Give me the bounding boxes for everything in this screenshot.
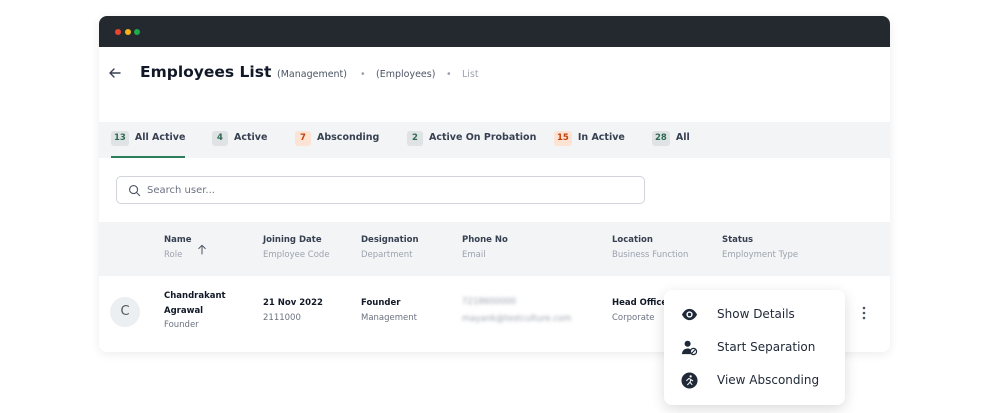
window-titlebar: [99, 16, 890, 47]
employee-name-last: Agrawal: [164, 306, 204, 316]
page-title: Employees List: [140, 63, 272, 81]
designation: Founder: [361, 298, 401, 308]
department: Management: [361, 313, 417, 323]
tab-active-on-probation[interactable]: 2 Active On Probation: [407, 131, 536, 158]
column-title: Status: [722, 235, 754, 245]
column-subtitle: Employment Type: [722, 250, 799, 260]
tab-count-badge: 2: [407, 131, 423, 146]
column-title: Phone No: [462, 235, 508, 245]
menu-item-start-separation[interactable]: Start Separation: [664, 332, 845, 362]
business-function: Corporate: [612, 313, 655, 323]
column-header-name[interactable]: Name Role: [164, 235, 191, 260]
minimize-window-dot[interactable]: [125, 29, 131, 35]
tab-absconding[interactable]: 7 Absconding: [295, 131, 379, 158]
breadcrumb-list: List: [462, 69, 479, 80]
tab-count-badge: 4: [212, 131, 228, 146]
running-person-icon: [681, 372, 698, 389]
tab-count-badge: 15: [554, 131, 572, 146]
sort-ascending-icon[interactable]: [197, 244, 207, 255]
tab-label: All: [675, 132, 690, 143]
column-header-phone[interactable]: Phone No Email: [462, 235, 508, 260]
joining-date: 21 Nov 2022: [263, 298, 323, 308]
search-section: [99, 158, 890, 222]
tab-count-badge: 7: [295, 131, 311, 146]
tab-label: Active On Probation: [429, 132, 537, 143]
back-arrow-icon[interactable]: [107, 65, 123, 81]
search-icon: [129, 185, 141, 197]
location: Head Office: [612, 298, 668, 308]
tab-active[interactable]: 4 Active: [212, 131, 267, 158]
column-subtitle: Department: [361, 250, 413, 260]
column-title: Designation: [361, 235, 419, 245]
table-header: Name Role Joining Date Employee Code Des…: [99, 222, 890, 276]
column-subtitle: Business Function: [612, 250, 689, 260]
tab-label: Absconding: [317, 132, 380, 143]
breadcrumb-separator: •: [446, 69, 452, 80]
menu-item-label: View Absconding: [717, 373, 820, 387]
tab-in-active[interactable]: 15 In Active: [554, 131, 625, 158]
tab-all[interactable]: 28 All: [652, 131, 690, 158]
tab-label: All Active: [134, 132, 186, 143]
menu-item-view-absconding[interactable]: View Absconding: [664, 365, 845, 395]
column-header-status[interactable]: Status Employment Type: [722, 235, 798, 260]
avatar: C: [110, 297, 140, 327]
employee-code: 2111000: [263, 313, 301, 323]
tab-label: Active: [234, 132, 268, 143]
row-actions-menu: Show Details Start Separation View Absco…: [664, 290, 845, 405]
menu-item-label: Show Details: [717, 307, 795, 321]
phone-number: 7218600000: [462, 297, 517, 307]
column-subtitle: Email: [462, 250, 486, 260]
column-title: Name: [164, 235, 192, 245]
menu-item-label: Start Separation: [717, 340, 816, 354]
breadcrumb-employees[interactable]: (Employees): [376, 69, 435, 80]
column-subtitle: Role: [164, 250, 183, 260]
menu-item-show-details[interactable]: Show Details: [664, 299, 845, 329]
close-window-dot[interactable]: [115, 29, 121, 35]
column-title: Joining Date: [263, 235, 322, 245]
employee-name-first: Chandrakant: [164, 291, 226, 301]
page-header: Employees List (Management) • (Employees…: [99, 47, 890, 122]
eye-icon: [681, 308, 698, 321]
tab-count-badge: 28: [652, 131, 670, 146]
employee-role: Founder: [164, 320, 199, 330]
tab-count-badge: 13: [111, 131, 129, 146]
tab-label: In Active: [577, 132, 625, 143]
column-title: Location: [612, 235, 653, 245]
email-address: mayank@testculture.com: [462, 314, 572, 324]
column-subtitle: Employee Code: [263, 250, 330, 260]
maximize-window-dot[interactable]: [134, 29, 140, 35]
breadcrumb-separator: •: [360, 69, 366, 80]
breadcrumb-management[interactable]: (Management): [277, 69, 347, 80]
column-header-designation[interactable]: Designation Department: [361, 235, 419, 260]
user-block-icon: [681, 340, 698, 356]
status-tabs: 13 All Active 4 Active 7 Absconding 2 Active…: [99, 122, 890, 158]
column-header-joining-date[interactable]: Joining Date Employee Code: [263, 235, 330, 260]
search-box[interactable]: [116, 176, 645, 204]
more-options-icon[interactable]: [857, 304, 871, 322]
tab-all-active[interactable]: 13 All Active: [111, 131, 186, 158]
column-header-location[interactable]: Location Business Function: [612, 235, 688, 260]
search-input[interactable]: [147, 182, 627, 198]
